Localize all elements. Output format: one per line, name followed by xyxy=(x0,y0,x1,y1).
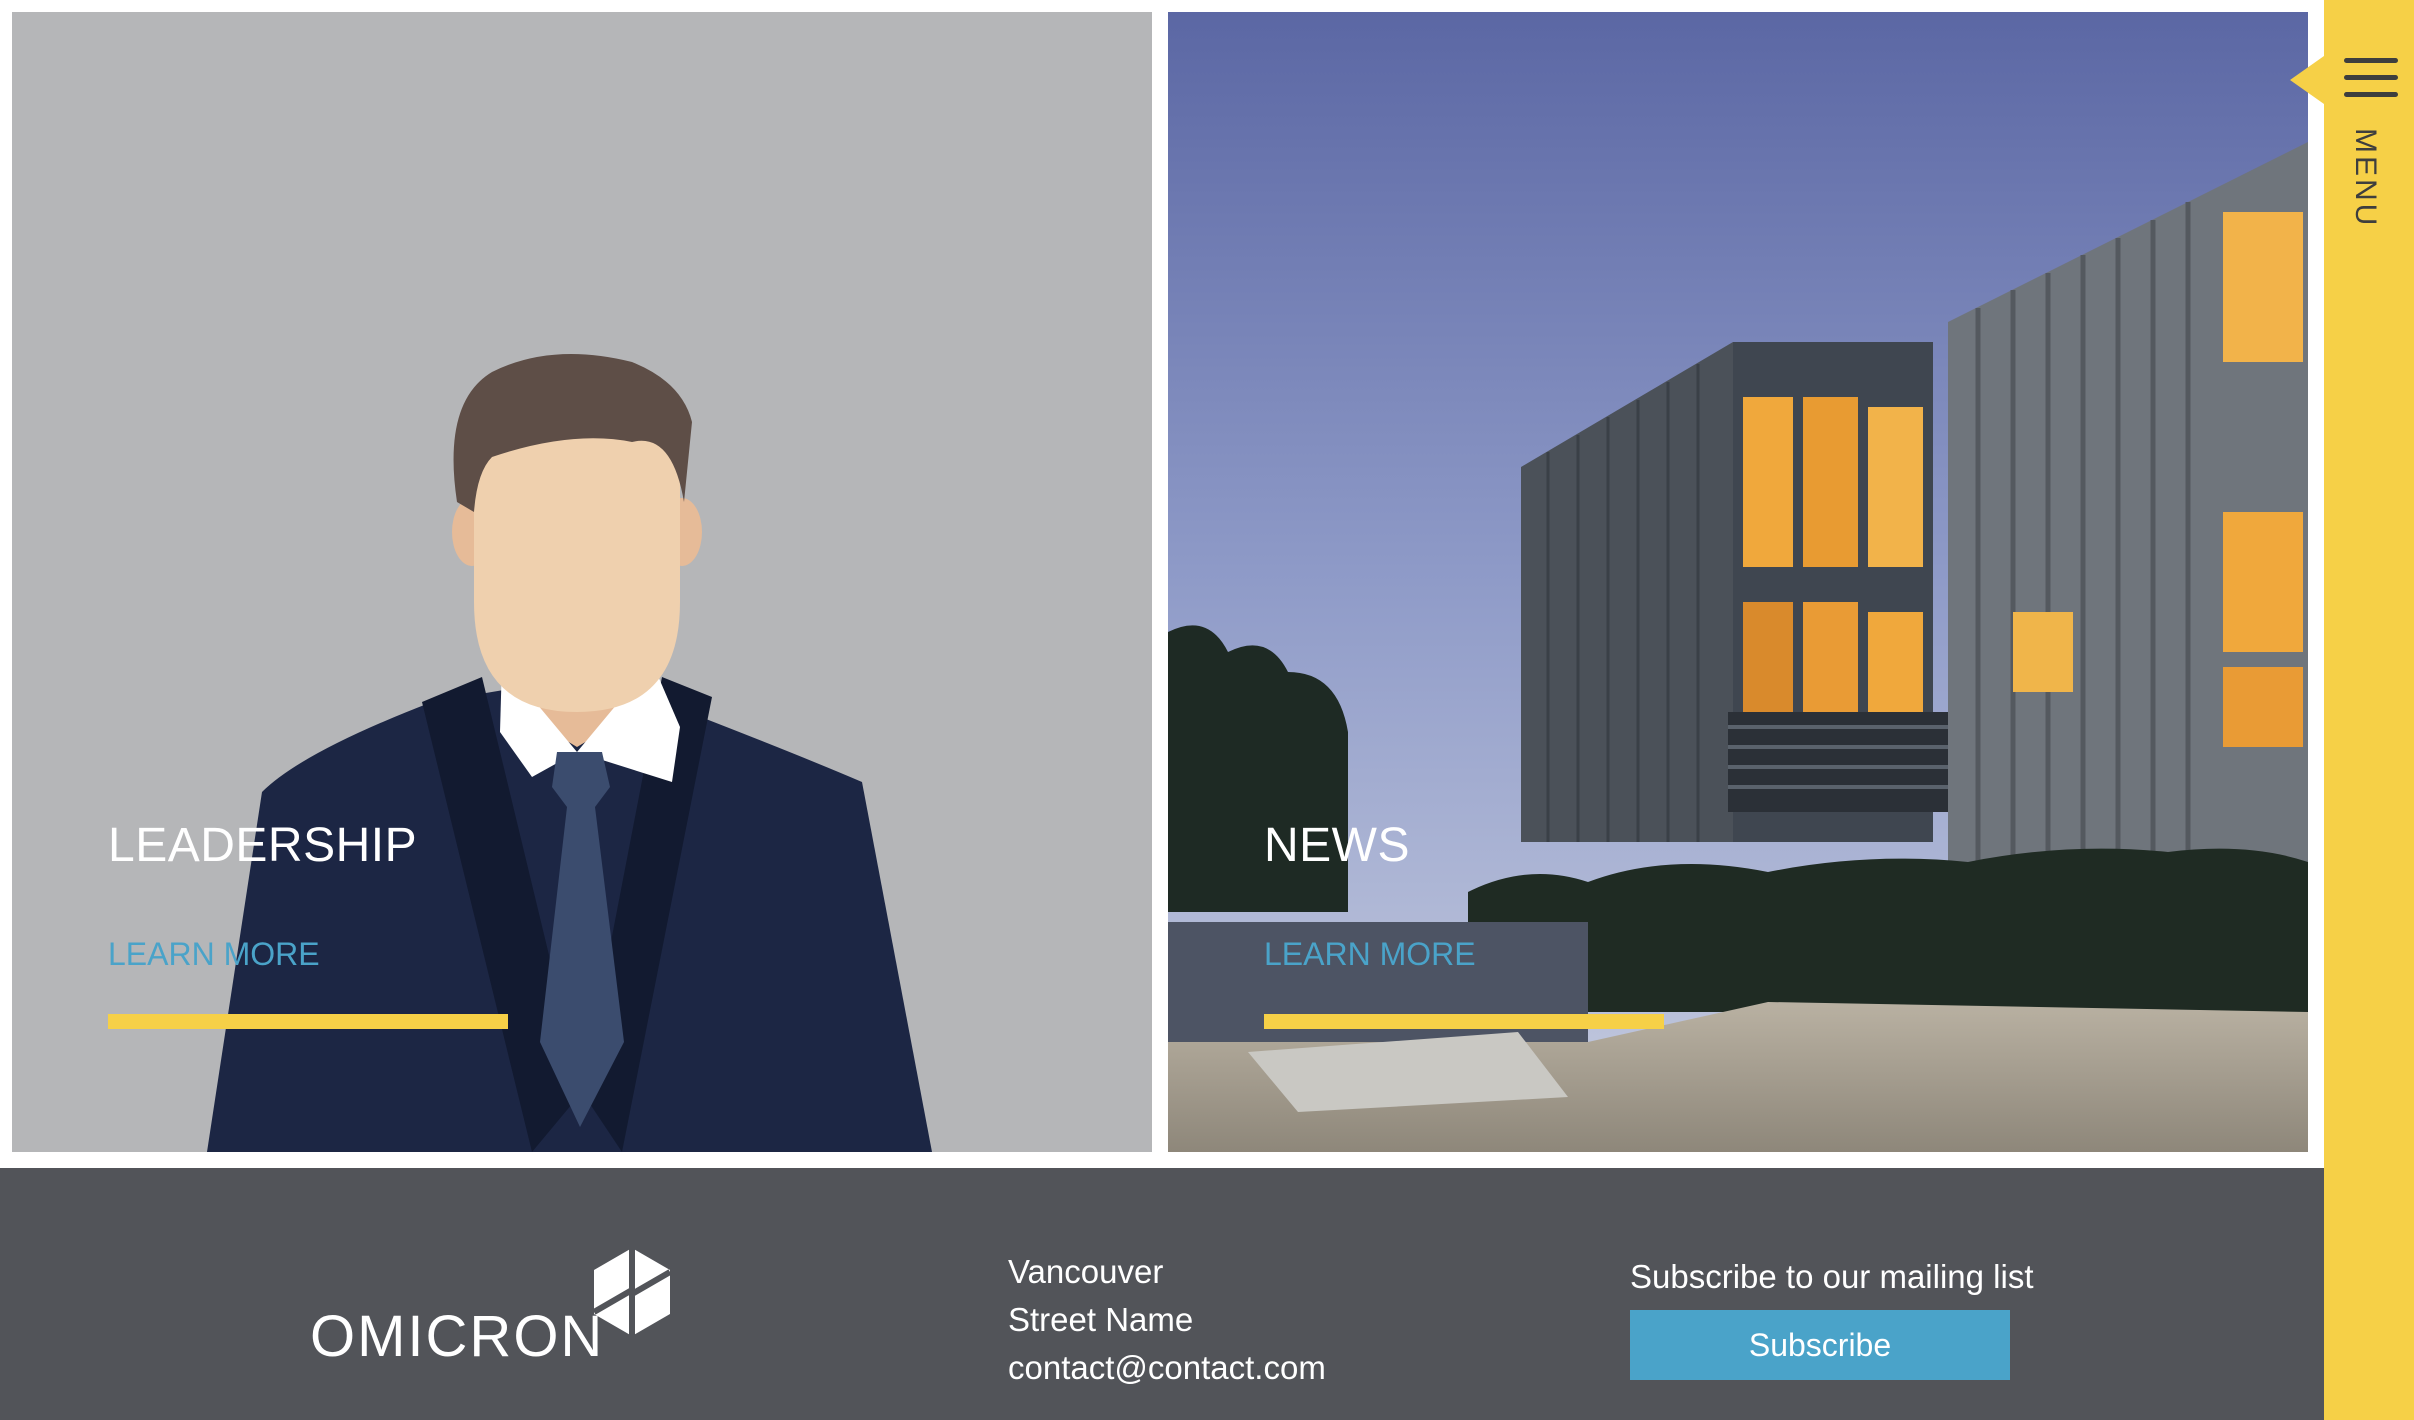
news-learn-more-link[interactable]: LEARN MORE xyxy=(1264,936,1476,973)
leadership-learn-more-link[interactable]: LEARN MORE xyxy=(108,936,320,973)
subscribe-label: Subscribe to our mailing list xyxy=(1630,1258,2034,1295)
menu-rail[interactable]: MENU xyxy=(2324,0,2414,1420)
leadership-accent-bar xyxy=(108,1014,508,1029)
omicron-logo-icon xyxy=(592,1248,672,1336)
businessman-illustration xyxy=(207,354,932,1152)
leadership-title: LEADERSHIP xyxy=(108,819,418,872)
news-title: NEWS xyxy=(1264,819,1410,872)
contact-info: Vancouver Street Name contact@contact.co… xyxy=(1008,1248,1326,1392)
contact-city: Vancouver xyxy=(1008,1253,1164,1290)
news-tile[interactable]: NEWS LEARN MORE xyxy=(1168,12,2308,1152)
subscribe-button[interactable]: Subscribe xyxy=(1630,1310,2010,1380)
contact-email[interactable]: contact@contact.com xyxy=(1008,1344,1326,1392)
subscribe-block: Subscribe to our mailing list Subscribe xyxy=(1630,1258,2034,1380)
menu-pointer xyxy=(2290,56,2324,104)
brand[interactable]: OMICRON xyxy=(310,1246,690,1366)
brand-name: OMICRON xyxy=(310,1304,605,1369)
footer: OMICRON Vancouver Street Name contact@co… xyxy=(0,1168,2324,1420)
menu-label[interactable]: MENU xyxy=(2348,128,2382,228)
news-accent-bar xyxy=(1264,1014,1664,1029)
hamburger-icon[interactable] xyxy=(2344,58,2398,104)
modern-house-photo xyxy=(1168,12,2308,1152)
contact-street: Street Name xyxy=(1008,1301,1194,1338)
leadership-tile[interactable]: LEADERSHIP LEARN MORE xyxy=(12,12,1152,1152)
